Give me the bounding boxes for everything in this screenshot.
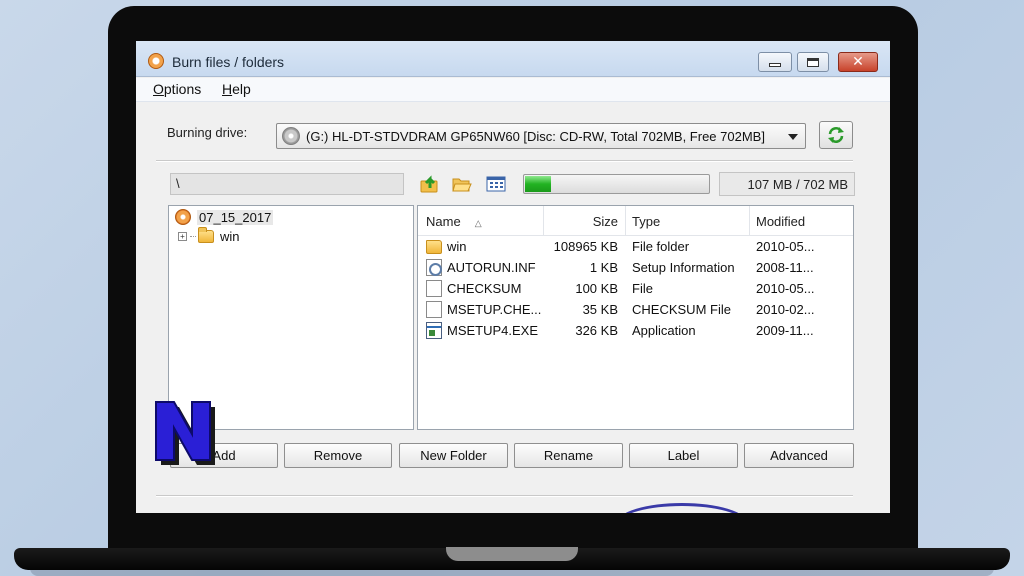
open-folder-button[interactable] [451, 173, 473, 195]
burning-drive-select[interactable]: (G:) HL-DT-STDVDRAM GP65NW60 [Disc: CD-R… [276, 123, 806, 149]
column-label: Name [426, 214, 461, 229]
window-title: Burn files / folders [172, 54, 285, 70]
label-button[interactable]: Label [629, 443, 738, 468]
list-header: Name △ Size Type Modified [418, 206, 853, 236]
cell-modified: 2010-02... [756, 302, 815, 317]
cell-name: CHECKSUM [447, 281, 522, 296]
folder-icon [426, 240, 442, 254]
remove-button[interactable]: Remove [284, 443, 392, 468]
close-button[interactable]: ✕ [838, 52, 878, 72]
tree-connector [190, 236, 196, 237]
chevron-down-icon [788, 134, 798, 140]
tree-root-label: 07_15_2017 [197, 209, 274, 225]
cell-size: 35 KB [582, 302, 618, 317]
burning-drive-value: (G:) HL-DT-STDVDRAM GP65NW60 [Disc: CD-R… [306, 129, 765, 144]
maximize-button[interactable] [797, 52, 829, 72]
cell-name: AUTORUN.INF [447, 260, 536, 275]
capacity-progress-fill [525, 176, 552, 192]
table-row[interactable]: AUTORUN.INF 1 KB Setup Information 2008-11.… [418, 258, 853, 279]
table-row[interactable]: MSETUP.CHE... 35 KB CHECKSUM File 2010-02..… [418, 300, 853, 321]
folder-up-icon [420, 175, 438, 193]
cell-type: Application [632, 323, 696, 338]
cell-type: File folder [632, 239, 690, 254]
column-header-type[interactable]: Type [626, 206, 750, 236]
burning-drive-label: Burning drive: [167, 125, 248, 140]
file-icon [426, 301, 442, 318]
title-bar[interactable]: Burn files / folders ✕ [136, 41, 890, 77]
cell-modified: 2009-11... [756, 323, 814, 338]
minimize-button[interactable] [758, 52, 792, 72]
refresh-icon [828, 127, 844, 143]
disc-drive-icon [282, 127, 300, 145]
rename-button[interactable]: Rename [514, 443, 623, 468]
minimize-icon [769, 62, 781, 67]
tree-item-win[interactable]: + win [178, 227, 240, 244]
disc-icon [175, 209, 191, 225]
column-header-size[interactable]: Size [544, 206, 626, 236]
new-folder-button[interactable]: New Folder [399, 443, 508, 468]
application-icon [426, 322, 442, 339]
highlight-circle [617, 503, 747, 513]
cell-modified: 2008-11... [756, 260, 814, 275]
cell-size: 108965 KB [553, 239, 618, 254]
maximize-icon [807, 57, 819, 67]
refresh-button[interactable] [819, 121, 853, 149]
close-icon: ✕ [852, 54, 864, 70]
tree-root[interactable]: 07_15_2017 [175, 209, 274, 225]
menu-bar: Options Help [136, 78, 890, 102]
capacity-progress-bar [523, 174, 710, 194]
burn-disc-icon [148, 53, 164, 69]
details-view-icon [486, 176, 506, 192]
folder-icon [198, 227, 214, 243]
folder-tree[interactable]: 07_15_2017 + win [168, 205, 414, 430]
cell-modified: 2010-05... [756, 281, 815, 296]
cell-size: 1 KB [589, 260, 618, 275]
cell-type: File [632, 281, 653, 296]
file-icon [426, 280, 442, 297]
view-mode-button[interactable] [485, 173, 507, 195]
expand-icon[interactable]: + [178, 232, 187, 241]
tree-item-label: win [220, 229, 240, 244]
menu-help[interactable]: Help [222, 81, 251, 97]
laptop-notch [446, 547, 578, 561]
bottom-separator [156, 495, 853, 497]
cell-modified: 2010-05... [756, 239, 815, 254]
menu-options[interactable]: Options [153, 81, 201, 97]
file-list[interactable]: Name △ Size Type Modified win 108965 KB Fil… [417, 205, 854, 430]
table-row[interactable]: win 108965 KB File folder 2010-05... [418, 237, 853, 258]
channel-logo [155, 401, 215, 465]
current-path-field[interactable]: \ [170, 173, 404, 195]
column-header-modified[interactable]: Modified [750, 206, 853, 236]
cell-type: Setup Information [632, 260, 735, 275]
separator [156, 160, 853, 162]
open-folder-icon [452, 178, 472, 192]
table-row[interactable]: MSETUP4.EXE 326 KB Application 2009-11... [418, 321, 853, 342]
cell-size: 326 KB [575, 323, 618, 338]
setup-info-icon [426, 259, 442, 276]
cell-name: MSETUP4.EXE [447, 323, 539, 338]
folder-up-button[interactable] [419, 173, 441, 195]
cell-size: 100 KB [575, 281, 618, 296]
cell-name: win [447, 239, 467, 254]
application-window: Burn files / folders ✕ Options Help Burn… [136, 41, 890, 513]
cell-type: CHECKSUM File [632, 302, 731, 317]
advanced-button[interactable]: Advanced [744, 443, 854, 468]
table-row[interactable]: CHECKSUM 100 KB File 2010-05... [418, 279, 853, 300]
capacity-text: 107 MB / 702 MB [719, 172, 855, 196]
sort-ascending-icon: △ [474, 218, 482, 228]
column-header-name[interactable]: Name △ [418, 206, 544, 236]
cell-name: MSETUP.CHE... [447, 302, 542, 317]
